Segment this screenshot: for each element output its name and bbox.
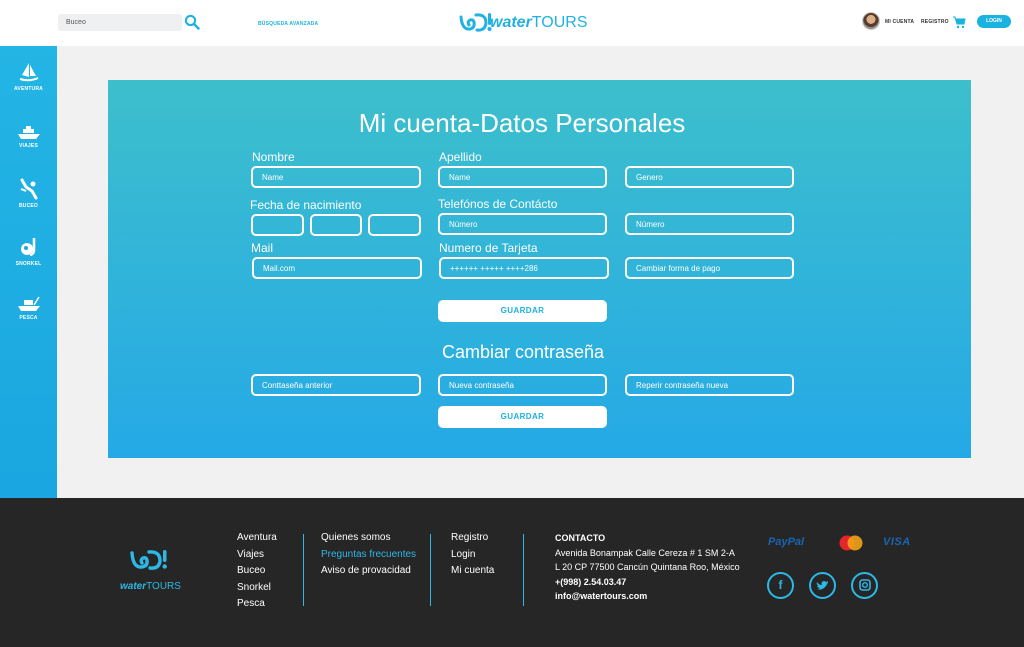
top-header: BÚSQUEDA AVANZADA waterTOURS MI CUENTA R… [0, 0, 1024, 46]
footer-link-register[interactable]: Registro [451, 530, 494, 547]
footer-link-buceo[interactable]: Buceo [237, 563, 277, 580]
advanced-search-link[interactable]: BÚSQUEDA AVANZADA [258, 21, 318, 27]
phone-field-1[interactable] [438, 213, 607, 235]
save-password-button[interactable]: GUARDAR [438, 406, 607, 428]
footer-col-account: Registro Login Mi cuenta [451, 530, 494, 580]
footer-divider [523, 534, 524, 606]
footer-logo-text: waterTOURS [120, 581, 181, 592]
windsurf-icon [19, 63, 38, 82]
footer-link-faq[interactable]: Preguntas frecuentes [321, 547, 416, 564]
contact-heading: CONTACTO [555, 533, 606, 543]
twitter-icon[interactable] [809, 572, 836, 599]
footer-link-about[interactable]: Quienes somos [321, 530, 416, 547]
logo-tours: TOURS [531, 14, 588, 31]
footer-col-info: Quienes somos Preguntas frecuentes Aviso… [321, 530, 416, 580]
contact-address-2: L 20 CP 77500 Cancún Quintana Roo, Méxic… [555, 562, 740, 572]
sidebar-item-snorkel[interactable]: SNORKEL [0, 236, 57, 267]
card-number-label: Numero de Tarjeta [439, 241, 538, 255]
sidebar-item-label: BUCEO [18, 203, 39, 209]
old-password-field[interactable] [251, 374, 421, 396]
footer-link-privacy[interactable]: Aviso de provacidad [321, 563, 416, 580]
sidebar-item-aventura[interactable]: AVENTURA [0, 61, 57, 92]
phones-label: Telefónos de Contácto [438, 197, 558, 211]
mail-label: Mail [251, 241, 274, 255]
sidebar-item-label: PESCA [19, 315, 38, 321]
sidebar-item-buceo[interactable]: BUCEO [0, 178, 57, 209]
sidebar-item-label: SNORKEL [15, 261, 42, 267]
footer-link-pesca[interactable]: Pesca [237, 596, 277, 613]
last-name-field[interactable] [438, 166, 607, 188]
birth-day-field[interactable] [251, 214, 304, 236]
footer-link-snorkel[interactable]: Snorkel [237, 580, 277, 597]
cart-icon[interactable] [952, 15, 966, 29]
sidebar-item-label: VIAJES [19, 143, 38, 149]
birth-year-field[interactable] [368, 214, 421, 236]
sidebar-item-label: AVENTURA [13, 86, 43, 92]
contact-email[interactable]: info@watertours.com [555, 589, 740, 604]
first-name-field[interactable] [251, 166, 421, 188]
page-title: Mi cuenta-Datos Personales [358, 108, 686, 138]
paypal-icon: PayPal [768, 536, 805, 548]
first-name-label: Nombre [252, 150, 295, 164]
last-name-label: Apellido [439, 150, 482, 164]
change-password-title: Cambiar contraseña [441, 342, 605, 362]
diver-icon [20, 178, 37, 200]
mastercard-icon [838, 535, 864, 551]
search-input[interactable] [58, 14, 182, 31]
visa-icon: VISA [883, 536, 911, 548]
site-footer: waterTOURS Aventura Viajes Buceo Snorkel… [0, 498, 1024, 647]
footer-link-aventura[interactable]: Aventura [237, 530, 277, 547]
footer-divider [303, 534, 304, 606]
sidebar-item-pesca[interactable]: PESCA [0, 296, 57, 321]
contact-address-1: Avenida Bonampak Calle Cereza # 1 SM 2-A [555, 547, 735, 558]
mail-field[interactable] [252, 257, 422, 279]
avatar[interactable] [862, 12, 880, 30]
footer-logo-water: water [120, 581, 147, 592]
brand-logo-text: waterTOURS [490, 14, 588, 32]
gender-field[interactable] [625, 166, 794, 188]
birth-date-label: Fecha de nacimiento [250, 198, 362, 212]
search-icon[interactable] [184, 14, 200, 30]
footer-link-account[interactable]: Mi cuenta [451, 563, 494, 580]
my-account-link[interactable]: MI CUENTA [885, 19, 914, 25]
facebook-icon[interactable]: f [767, 572, 794, 599]
repeat-password-field[interactable] [625, 374, 794, 396]
new-password-field[interactable] [438, 374, 607, 396]
register-link[interactable]: REGISTRO [921, 19, 949, 25]
footer-divider [430, 534, 431, 606]
logo-water: water [490, 14, 532, 31]
card-number-field[interactable] [439, 257, 609, 279]
footer-col-categories: Aventura Viajes Buceo Snorkel Pesca [237, 530, 277, 613]
change-payment-field[interactable] [625, 257, 794, 279]
instagram-icon[interactable] [851, 572, 878, 599]
snorkel-icon [20, 238, 35, 257]
footer-link-login[interactable]: Login [451, 547, 494, 564]
footer-logo-tours: TOURS [146, 581, 181, 592]
birth-month-field[interactable] [310, 214, 362, 236]
contact-phone[interactable]: +(998) 2.54.03.47 [555, 575, 740, 590]
save-personal-button[interactable]: GUARDAR [438, 300, 607, 322]
footer-contact: CONTACTO Avenida Bonampak Calle Cereza #… [555, 531, 740, 604]
fishing-boat-icon [17, 296, 40, 311]
login-button[interactable]: LOGIN [977, 15, 1011, 28]
footer-link-viajes[interactable]: Viajes [237, 547, 277, 564]
phone-field-2[interactable] [625, 213, 794, 235]
